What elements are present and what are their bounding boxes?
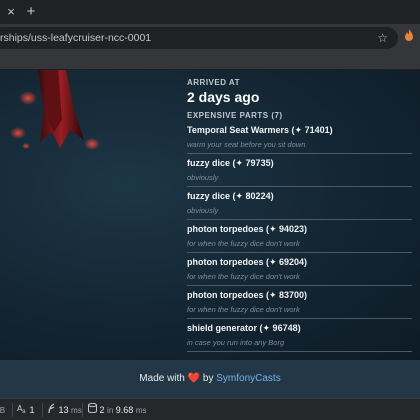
list-item: photon torpedoes (✦ 83700) for when the … bbox=[187, 286, 412, 319]
extension-icon[interactable] bbox=[404, 27, 414, 49]
part-name: Temporal Seat Warmers (✦ 71401) bbox=[187, 125, 333, 135]
time-value: 13 bbox=[58, 405, 69, 415]
database-panel[interactable]: 2 in 9.68 ms bbox=[88, 399, 147, 420]
arrived-value: 2 days ago bbox=[187, 89, 260, 105]
close-tab-icon[interactable]: × bbox=[2, 3, 20, 21]
list-item: fuzzy dice (✦ 80224) obviously bbox=[187, 187, 412, 220]
part-name: photon torpedoes (✦ 69204) bbox=[187, 257, 308, 267]
tab-strip: × + bbox=[0, 0, 420, 24]
time-panel[interactable]: 13 ms bbox=[47, 399, 82, 420]
address-bar[interactable]: rships/uss-leafycruiser-ncc-0001 ☆ bbox=[0, 27, 398, 49]
page-content: ARRIVED AT 2 days ago EXPENSIVE PARTS (7… bbox=[0, 70, 420, 360]
part-name: photon torpedoes (✦ 83700) bbox=[187, 290, 308, 300]
db-query-count: 2 bbox=[99, 405, 105, 415]
part-description: obviously bbox=[187, 206, 219, 215]
part-description: for when the fuzzy dice don't work bbox=[187, 305, 300, 314]
bookmarks-bar bbox=[0, 52, 420, 70]
part-description: warm your seat before you sit down bbox=[187, 140, 306, 149]
parts-heading: EXPENSIVE PARTS (7) bbox=[187, 111, 283, 120]
heart-icon: ❤️ bbox=[187, 373, 201, 384]
parts-list: Temporal Seat Warmers (✦ 71401) warm you… bbox=[187, 121, 412, 352]
part-name: fuzzy dice (✦ 79735) bbox=[187, 158, 274, 168]
bookmark-star-icon[interactable]: ☆ bbox=[377, 27, 388, 49]
part-description: for when the fuzzy dice don't work bbox=[187, 272, 300, 281]
new-tab-icon[interactable]: + bbox=[22, 3, 40, 21]
memory-unit: iB bbox=[0, 406, 6, 415]
footer-suffix: by bbox=[202, 373, 214, 384]
list-item: photon torpedoes (✦ 94023) for when the … bbox=[187, 220, 412, 253]
site-footer: Made with ❤️ by SymfonyCasts bbox=[0, 360, 420, 398]
list-item: fuzzy dice (✦ 79735) obviously bbox=[187, 154, 412, 187]
db-time-unit: ms bbox=[135, 406, 147, 415]
debug-toolbar: iB Aa 1 13 ms 2 in 9.68 ms bbox=[0, 398, 420, 420]
arrived-label: ARRIVED AT bbox=[187, 78, 240, 87]
list-item: photon torpedoes (✦ 69204) for when the … bbox=[187, 253, 412, 286]
db-in-label: in bbox=[107, 406, 114, 415]
part-description: for when the fuzzy dice don't work bbox=[187, 239, 300, 248]
db-time: 9.68 bbox=[115, 405, 134, 415]
list-item: shield generator (✦ 96748) in case you r… bbox=[187, 319, 412, 352]
browser-toolbar: rships/uss-leafycruiser-ncc-0001 ☆ bbox=[0, 24, 420, 52]
part-description: obviously bbox=[187, 173, 219, 182]
translation-icon: Aa bbox=[17, 404, 30, 415]
footer-prefix: Made with bbox=[139, 373, 185, 384]
time-unit: ms bbox=[71, 406, 82, 415]
twig-icon bbox=[47, 403, 59, 415]
symfonycasts-link[interactable]: SymfonyCasts bbox=[216, 373, 280, 384]
starship-image bbox=[10, 70, 100, 150]
database-icon bbox=[88, 402, 100, 415]
part-name: shield generator (✦ 96748) bbox=[187, 323, 301, 333]
translation-count: 1 bbox=[29, 405, 35, 415]
svg-text:a: a bbox=[22, 408, 26, 413]
list-item: Temporal Seat Warmers (✦ 71401) warm you… bbox=[187, 121, 412, 154]
translation-panel[interactable]: Aa 1 bbox=[17, 399, 35, 420]
part-name: photon torpedoes (✦ 94023) bbox=[187, 224, 308, 234]
footer-credit: Made with ❤️ by SymfonyCasts bbox=[0, 373, 420, 384]
part-description: in case you run into any Borg bbox=[187, 338, 285, 347]
memory-panel[interactable]: iB bbox=[0, 399, 5, 420]
url-text[interactable]: rships/uss-leafycruiser-ncc-0001 bbox=[0, 27, 151, 49]
part-name: fuzzy dice (✦ 80224) bbox=[187, 191, 274, 201]
